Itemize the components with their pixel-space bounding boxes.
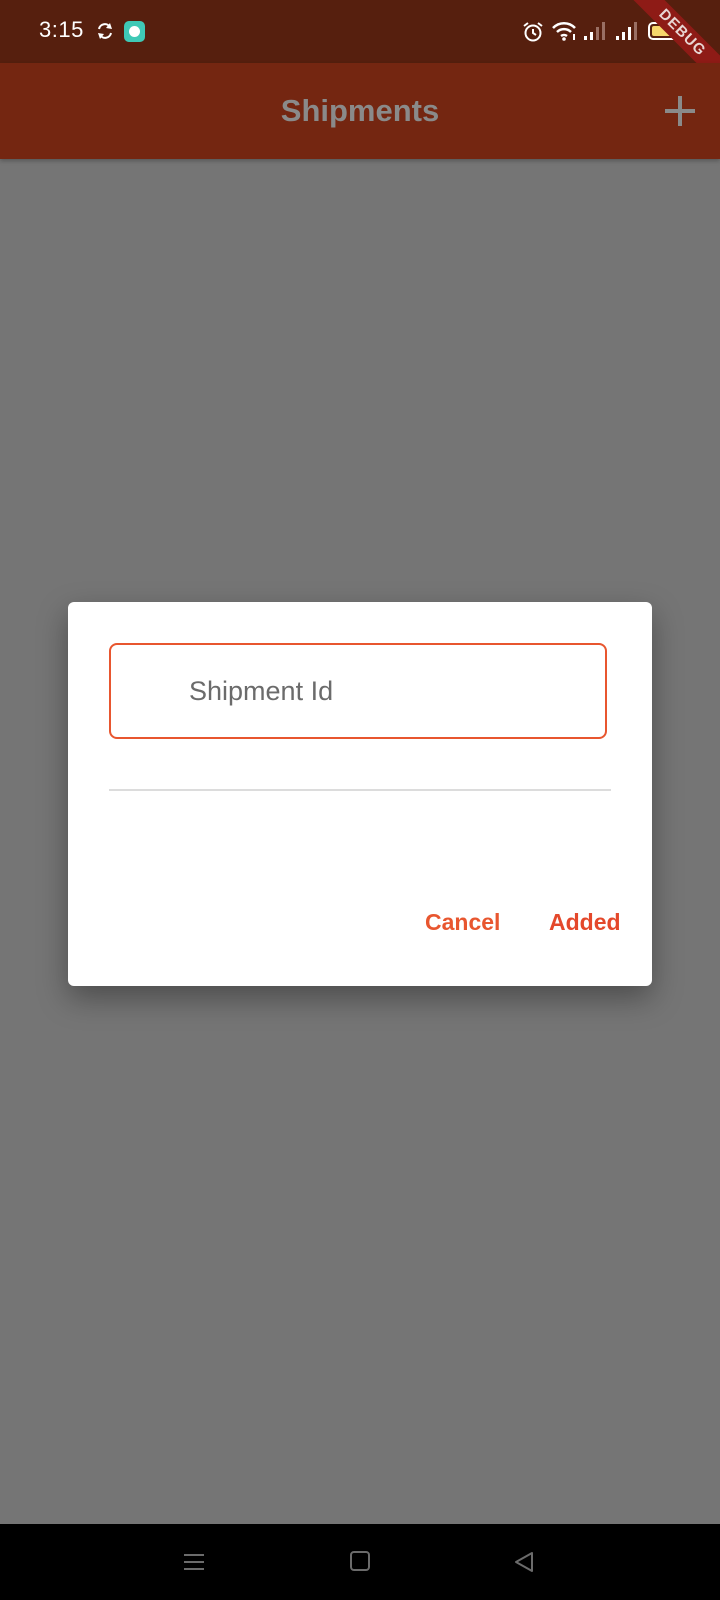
status-time: 3:15 [39, 17, 84, 42]
status-bar: 3:15 [0, 0, 720, 63]
add-shipment-dialog: Cancel Added [68, 602, 652, 986]
shipment-id-input[interactable] [189, 671, 589, 711]
wifi-icon [552, 21, 576, 41]
added-button[interactable]: Added [549, 902, 621, 942]
signal-icon [584, 22, 605, 40]
signal-icon [616, 22, 637, 40]
page-title: Shipments [280, 93, 440, 128]
dialog-divider [109, 789, 611, 791]
battery-icon [648, 22, 683, 40]
shipment-id-field[interactable] [109, 643, 607, 739]
cancel-button[interactable]: Cancel [425, 902, 500, 942]
add-shipment-button[interactable] [660, 91, 700, 131]
plus-icon [665, 96, 695, 126]
menu-icon[interactable] [182, 1550, 206, 1574]
app-notification-icon [124, 21, 145, 42]
back-icon[interactable] [512, 1550, 536, 1574]
alarm-icon [523, 22, 543, 42]
app-bar: Shipments [0, 63, 720, 159]
sync-icon [98, 23, 112, 39]
home-icon[interactable] [349, 1550, 371, 1572]
